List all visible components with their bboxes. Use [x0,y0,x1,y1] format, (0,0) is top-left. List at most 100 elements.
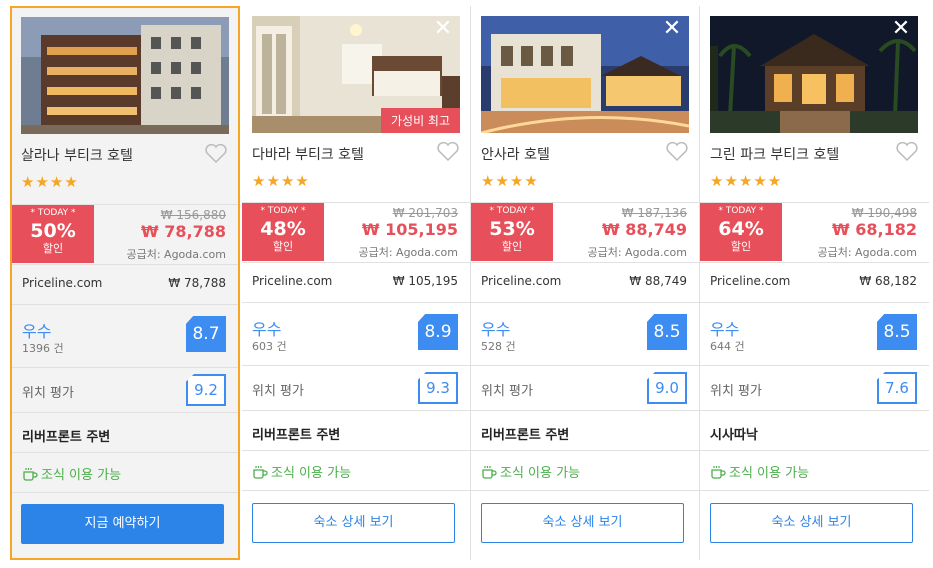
today-discount-badge: * TODAY * 48% 할인 [242,203,324,261]
location-score: 9.0 [647,372,687,404]
partner-price[interactable]: ₩ 68,182 [859,274,917,288]
breakfast-label: 조식 이용 가능 [500,466,581,481]
hotel-photo[interactable]: ✕ 가성비 최고 [252,16,460,133]
divider [242,262,470,263]
breakfast-info: 조식 이용 가능 [252,462,351,481]
heart-icon[interactable] [895,140,919,162]
hotel-photo[interactable]: ✕ [481,16,689,133]
review-score: 8.5 [647,314,687,350]
view-details-button[interactable]: 숙소 상세 보기 [252,503,455,543]
review-grade: 우수 [252,320,282,339]
divider [471,302,699,303]
partner-name[interactable]: Priceline.com [710,274,790,288]
hotel-card[interactable]: ✕ 가성비 최고 다바라 부티크 호텔 ★★★★ * TODAY * 48% 할… [242,6,471,560]
coffee-cup-icon [23,468,38,481]
hotel-name[interactable]: 살라나 부티크 호텔 [21,145,133,165]
partner-name[interactable]: Priceline.com [22,276,102,290]
view-details-button[interactable]: 숙소 상세 보기 [710,503,913,543]
coffee-cup-icon [711,466,726,479]
coffee-cup-icon [482,466,497,479]
discount-word: 할인 [730,240,752,253]
location-rating-label: 위치 평가 [22,386,74,401]
review-score: 8.5 [877,314,917,350]
divider [700,262,929,263]
close-icon[interactable]: ✕ [661,18,683,40]
star-rating: ★★★★ [21,173,79,191]
coffee-cup-icon [253,466,268,479]
discount-word: 할인 [272,240,294,253]
original-price: ₩ 190,498 [851,206,917,220]
partner-name[interactable]: Priceline.com [252,274,332,288]
divider [700,302,929,303]
divider [242,490,470,491]
view-details-button[interactable]: 숙소 상세 보기 [481,503,684,543]
area-name: 리버프론트 주변 [22,430,111,445]
review-count[interactable]: 528 건 [481,338,516,354]
divider [242,302,470,303]
supplier: 공급처: Agoda.com [817,246,917,259]
heart-icon[interactable] [436,140,460,162]
hotel-name[interactable]: 그린 파크 부티크 호텔 [710,144,839,164]
divider [12,304,238,305]
review-count[interactable]: 644 건 [710,338,745,354]
deal-price[interactable]: ₩ 78,788 [141,222,226,241]
deal-price[interactable]: ₩ 88,749 [602,220,687,239]
partner-name[interactable]: Priceline.com [481,274,561,288]
hotel-photo[interactable]: ✕ [710,16,918,133]
breakfast-label: 조식 이용 가능 [41,468,122,483]
breakfast-info: 조식 이용 가능 [710,462,809,481]
discount-word: 할인 [42,242,64,255]
divider [471,450,699,451]
divider [242,365,470,366]
original-price: ₩ 187,136 [621,206,687,220]
hotel-card[interactable]: 살라나 부티크 호텔 ★★★★ * TODAY * 50% 할인 ₩ 156,8… [10,6,240,560]
deal-price[interactable]: ₩ 68,182 [832,220,917,239]
hotel-name[interactable]: 다바라 부티크 호텔 [252,144,364,164]
review-grade: 우수 [481,320,511,339]
divider [700,450,929,451]
divider [700,490,929,491]
original-price: ₩ 201,703 [392,206,458,220]
divider [242,410,470,411]
partner-price[interactable]: ₩ 78,788 [168,276,226,290]
area-name: 시사따낙 [710,428,758,443]
best-value-badge: 가성비 최고 [380,108,460,133]
hotel-card[interactable]: ✕ 그린 파크 부티크 호텔 ★★★★★ * TODAY * 64% 할인 ₩ … [700,6,929,560]
divider [471,365,699,366]
divider [242,450,470,451]
today-discount-badge: * TODAY * 53% 할인 [471,203,553,261]
book-now-button[interactable]: 지금 예약하기 [21,504,224,544]
review-score: 8.9 [418,314,458,350]
partner-price[interactable]: ₩ 88,749 [629,274,687,288]
hotel-photo[interactable] [21,17,229,134]
supplier: 공급처: Agoda.com [126,248,226,261]
location-rating-label: 위치 평가 [710,384,762,399]
review-score: 8.7 [186,316,226,352]
heart-icon[interactable] [665,140,689,162]
partner-price[interactable]: ₩ 105,195 [393,274,458,288]
breakfast-label: 조식 이용 가능 [271,466,352,481]
hotel-name[interactable]: 안사라 호텔 [481,144,550,164]
divider [12,412,238,413]
close-icon[interactable]: ✕ [432,18,454,40]
location-score: 9.3 [418,372,458,404]
star-rating: ★★★★★ [710,172,783,190]
heart-icon[interactable] [204,142,228,164]
location-score: 9.2 [186,374,226,406]
area-name: 리버프론트 주변 [252,428,341,443]
today-discount-badge: * TODAY * 50% 할인 [12,205,94,263]
today-label: * TODAY * [489,206,535,216]
review-count[interactable]: 1396 건 [22,340,64,356]
hotel-comparison-grid: 살라나 부티크 호텔 ★★★★ * TODAY * 50% 할인 ₩ 156,8… [10,6,930,560]
location-score: 7.6 [877,372,917,404]
deal-price[interactable]: ₩ 105,195 [362,220,458,239]
today-label: * TODAY * [30,208,76,218]
divider [700,365,929,366]
close-icon[interactable]: ✕ [890,18,912,40]
star-rating: ★★★★ [481,172,539,190]
review-grade: 우수 [22,322,52,341]
location-rating-label: 위치 평가 [252,384,304,399]
review-count[interactable]: 603 건 [252,338,287,354]
hotel-card[interactable]: ✕ 안사라 호텔 ★★★★ * TODAY * 53% 할인 ₩ 187,136… [471,6,700,560]
discount-percent: 48% [260,218,306,240]
